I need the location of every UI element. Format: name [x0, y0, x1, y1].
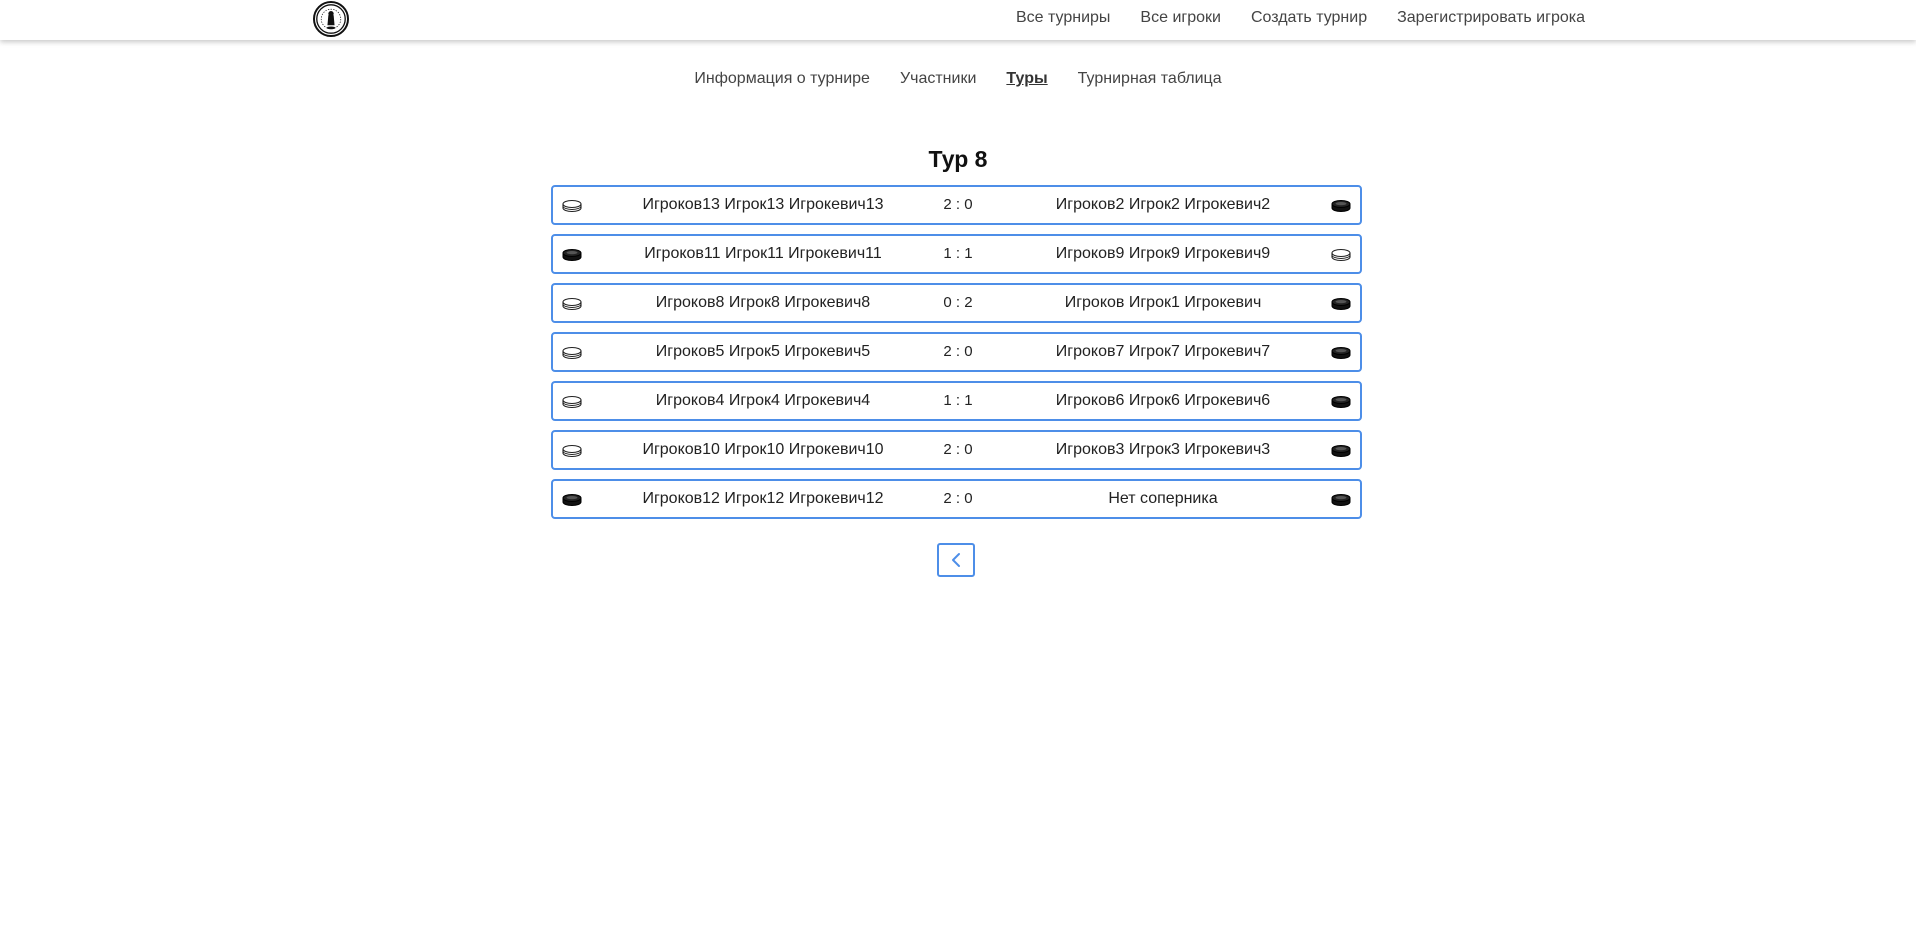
round-title: Тур 8	[928, 146, 988, 172]
black-puck-icon	[561, 492, 583, 508]
black-puck-icon	[1330, 296, 1352, 312]
white-puck-icon	[561, 394, 583, 410]
tab-standings[interactable]: Турнирная таблица	[1078, 68, 1222, 92]
match-score: 2 : 0	[943, 343, 973, 360]
club-logo-icon[interactable]	[313, 1, 349, 37]
match-score: 2 : 0	[943, 196, 973, 213]
match-row[interactable]: Игроков10 Игрок10 Игрокевич10 2 : 0 Игроко…	[551, 430, 1362, 470]
nav-register-player[interactable]: Зарегистрировать игрока	[1397, 9, 1585, 27]
match-score: 1 : 1	[943, 245, 973, 262]
black-puck-icon	[1330, 443, 1352, 459]
match-score: 2 : 0	[943, 490, 973, 507]
match-row[interactable]: Игроков8 Игрок8 Игрокевич8 0 : 2 Игроков И…	[551, 283, 1362, 323]
player1-name: Игроков5 Игрок5 Игрокевич5	[655, 343, 871, 360]
chevron-left-icon	[952, 553, 960, 567]
player1-name: Игроков4 Игрок4 Игрокевич4	[655, 392, 871, 409]
white-puck-icon	[561, 443, 583, 459]
player2-name: Игроков2 Игрок2 Игрокевич2	[1055, 196, 1271, 213]
player1-name: Игроков8 Игрок8 Игрокевич8	[655, 294, 871, 311]
player1-name: Игроков10 Игрок10 Игрокевич10	[642, 441, 884, 458]
player1-name: Игроков11 Игрок11 Игрокевич11	[644, 245, 882, 262]
tab-rounds[interactable]: Туры	[1006, 68, 1047, 92]
player2-name: Нет соперника	[1108, 490, 1218, 507]
match-score: 1 : 1	[943, 392, 973, 409]
player2-name: Игроков6 Игрок6 Игрокевич6	[1055, 392, 1271, 409]
player2-name: Игроков9 Игрок9 Игрокевич9	[1055, 245, 1271, 262]
top-navbar: Все турниры Все игроки Создать турнир За…	[0, 0, 1916, 40]
player2-name: Игроков3 Игрок3 Игрокевич3	[1055, 441, 1271, 458]
player2-name: Игроков7 Игрок7 Игрокевич7	[1055, 343, 1271, 360]
match-score: 2 : 0	[943, 441, 973, 458]
black-puck-icon	[561, 247, 583, 263]
player1-name: Игроков12 Игрок12 Игрокевич12	[642, 490, 884, 507]
match-row[interactable]: Игроков12 Игрок12 Игрокевич12 2 : 0 Нет со…	[551, 479, 1362, 519]
player1-name: Игроков13 Игрок13 Игрокевич13	[642, 196, 884, 213]
nav-all-tournaments[interactable]: Все турниры	[1016, 9, 1110, 27]
black-puck-icon	[1330, 345, 1352, 361]
black-puck-icon	[1330, 394, 1352, 410]
white-puck-icon	[561, 345, 583, 361]
previous-round-button[interactable]	[937, 543, 975, 577]
nav-create-tournament[interactable]: Создать турнир	[1251, 9, 1367, 27]
black-puck-icon	[1330, 198, 1352, 214]
player2-name: Игроков Игрок1 Игрокевич	[1064, 294, 1262, 311]
tab-participants[interactable]: Участники	[900, 68, 976, 92]
match-row[interactable]: Игроков5 Игрок5 Игрокевич5 2 : 0 Игроков7 …	[551, 332, 1362, 372]
match-row[interactable]: Игроков13 Игрок13 Игрокевич13 2 : 0 Игроко…	[551, 185, 1362, 225]
match-row[interactable]: Игроков11 Игрок11 Игрокевич11 1 : 1 Игроко…	[551, 234, 1362, 274]
tab-tournament-info[interactable]: Информация о турнире	[694, 68, 870, 92]
match-score: 0 : 2	[943, 294, 973, 311]
white-puck-icon	[561, 198, 583, 214]
main-nav: Все турниры Все игроки Создать турнир За…	[1016, 0, 1585, 36]
white-puck-icon	[1330, 247, 1352, 263]
white-puck-icon	[561, 296, 583, 312]
match-row[interactable]: Игроков4 Игрок4 Игрокевич4 1 : 1 Игроков6 …	[551, 381, 1362, 421]
black-puck-icon	[1330, 492, 1352, 508]
match-list: Игроков13 Игрок13 Игрокевич13 2 : 0 Игроко…	[551, 185, 1362, 528]
tournament-tabs: Информация о турнире Участники Туры Турн…	[0, 68, 1916, 92]
nav-all-players[interactable]: Все игроки	[1140, 9, 1221, 27]
